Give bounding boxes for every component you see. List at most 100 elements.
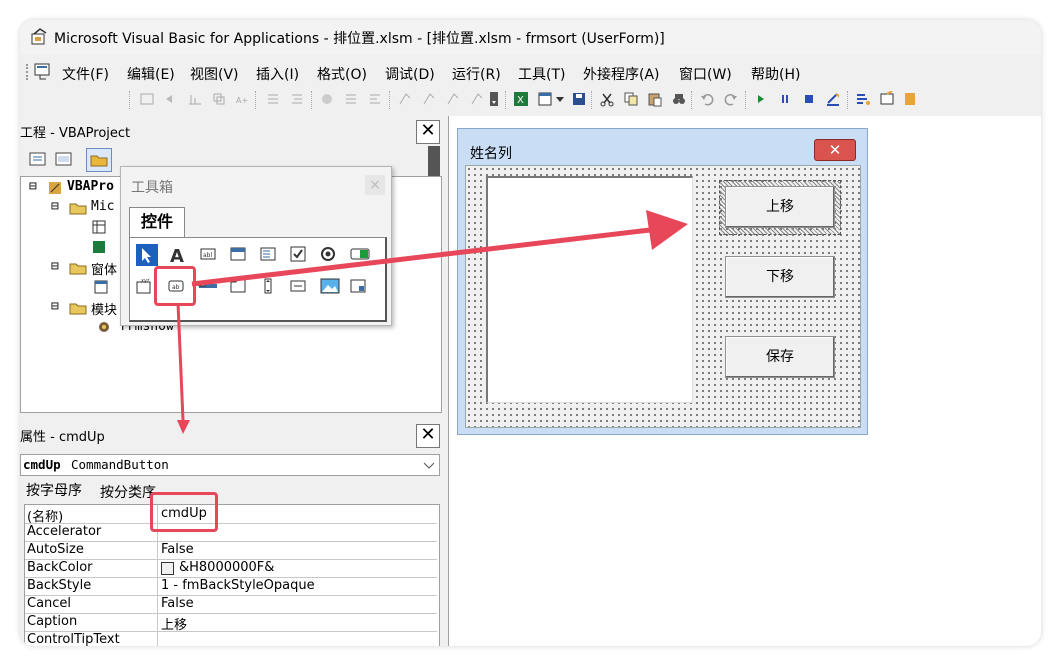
property-row[interactable]: BackStyle 1 - fmBackStyleOpaque: [25, 577, 437, 596]
object-selector-dropdown[interactable]: cmdUp CommandButton: [20, 454, 440, 476]
property-row[interactable]: Accelerator: [25, 523, 437, 542]
property-value[interactable]: False: [161, 596, 194, 611]
toggle-folders-icon[interactable]: [86, 148, 112, 172]
view-code-icon[interactable]: [28, 150, 48, 168]
menu-view[interactable]: 视图(V): [190, 64, 239, 84]
refedit-tool-icon[interactable]: [350, 278, 366, 294]
menu-insert[interactable]: 插入(I): [256, 64, 299, 84]
menu-edit[interactable]: 编辑(E): [127, 64, 175, 84]
toggle-breakpoint-icon[interactable]: [319, 91, 335, 107]
tree-microsoft-excel-objects[interactable]: Mic: [91, 199, 114, 214]
save-icon[interactable]: [571, 91, 587, 107]
cut-icon[interactable]: [599, 91, 615, 107]
name-listbox[interactable]: [486, 176, 693, 403]
menu-run[interactable]: 运行(R): [452, 64, 501, 84]
frame-tool-icon[interactable]: xyz: [136, 278, 152, 294]
label-tool-icon[interactable]: A: [168, 246, 186, 264]
insert-userform-icon[interactable]: [537, 91, 553, 107]
run-icon[interactable]: [753, 91, 769, 107]
scrollbar-tool-icon[interactable]: [260, 278, 276, 294]
redo-icon[interactable]: [723, 91, 739, 107]
property-value[interactable]: False: [161, 542, 194, 557]
property-value[interactable]: &H8000000F&: [179, 560, 274, 575]
bookmark-icon[interactable]: [343, 91, 359, 107]
userform-body[interactable]: 上移 下移 保存: [465, 165, 861, 428]
userform-icon[interactable]: [93, 279, 109, 295]
reset-icon[interactable]: [801, 91, 817, 107]
tree-root-label[interactable]: VBAPro: [67, 179, 114, 194]
save-button[interactable]: 保存: [725, 336, 835, 378]
property-row[interactable]: (名称) cmdUp: [25, 505, 437, 525]
excel-view-icon[interactable]: [34, 62, 52, 80]
property-value[interactable]: 1 - fmBackStyleOpaque: [161, 578, 315, 593]
userform-close-icon[interactable]: ✕: [814, 139, 856, 161]
design-mode-icon[interactable]: [825, 91, 841, 107]
up-button[interactable]: 上移: [725, 186, 835, 228]
menu-tools[interactable]: 工具(T): [518, 64, 565, 84]
break-icon[interactable]: [777, 91, 793, 107]
toolbox-tab-controls[interactable]: 控件: [129, 207, 185, 238]
userform-window[interactable]: 姓名列 ✕ 上移 下移 保存: [457, 128, 868, 435]
tree-collapse-icon[interactable]: ⊟: [51, 199, 59, 214]
down-button[interactable]: 下移: [725, 256, 835, 298]
project-panel-close-button[interactable]: ✕: [416, 120, 440, 144]
paste-icon[interactable]: [647, 91, 663, 107]
tab-categorized[interactable]: 按分类序: [100, 482, 156, 502]
undo-icon[interactable]: [699, 91, 715, 107]
property-row[interactable]: Caption 上移: [25, 613, 437, 633]
sheet-icon[interactable]: [91, 219, 107, 235]
select-objects-icon[interactable]: [136, 244, 158, 266]
listbox-tool-icon[interactable]: [260, 246, 276, 262]
outdent-icon[interactable]: [163, 91, 179, 107]
menu-addins[interactable]: 外接程序(A): [583, 64, 660, 84]
workbook-icon[interactable]: [91, 239, 107, 255]
combobox-tool-icon[interactable]: [230, 246, 246, 262]
toolbox-close-button[interactable]: ×: [365, 175, 385, 195]
property-row[interactable]: BackColor &H8000000F&: [25, 559, 437, 578]
tree-collapse-icon[interactable]: ⊟: [29, 179, 37, 194]
dropdown-arrow-icon[interactable]: [555, 91, 565, 107]
properties-panel-close-button[interactable]: ✕: [416, 424, 440, 448]
menu-file[interactable]: 文件(F): [62, 64, 109, 84]
menu-format[interactable]: 格式(O): [317, 64, 367, 84]
toolbar-overflow-icon[interactable]: [489, 91, 499, 107]
textbox-tool-icon[interactable]: abl: [200, 246, 216, 262]
tab-alphabetic[interactable]: 按字母序: [26, 480, 82, 500]
tabstrip-tool-icon[interactable]: [198, 278, 218, 294]
object-browser-icon[interactable]: [903, 91, 919, 107]
flag-icon-4[interactable]: [469, 91, 485, 107]
find-icon[interactable]: [671, 91, 687, 107]
project-explorer-icon[interactable]: [855, 91, 871, 107]
toggle-button-tool-icon[interactable]: [350, 246, 370, 262]
project-panel-scroll-arrow[interactable]: [428, 146, 440, 176]
spinbutton-tool-icon[interactable]: [290, 278, 306, 294]
uncomment-block-icon[interactable]: [289, 91, 305, 107]
size-to-fit-icon[interactable]: A+: [235, 91, 251, 107]
next-bookmark-icon[interactable]: [367, 91, 383, 107]
option-button-tool-icon[interactable]: [320, 246, 336, 262]
comment-block-icon[interactable]: [265, 91, 281, 107]
tree-collapse-icon[interactable]: ⊟: [51, 299, 59, 314]
properties-window-icon[interactable]: [879, 91, 895, 107]
tree-modules-folder[interactable]: 模块: [91, 299, 117, 318]
flag-icon-1[interactable]: [397, 91, 413, 107]
property-row[interactable]: ControlTipText: [25, 631, 437, 646]
checkbox-tool-icon[interactable]: [290, 246, 306, 262]
flag-icon-3[interactable]: [445, 91, 461, 107]
menu-window[interactable]: 窗口(W): [679, 64, 732, 84]
tree-forms-folder[interactable]: 窗体: [91, 259, 117, 278]
multipage-tool-icon[interactable]: [230, 278, 246, 294]
indent-icon[interactable]: [139, 91, 155, 107]
align-icon[interactable]: [187, 91, 203, 107]
property-row[interactable]: AutoSize False: [25, 541, 437, 560]
excel-icon[interactable]: X: [513, 91, 529, 107]
copy-icon[interactable]: [623, 91, 639, 107]
view-object-icon[interactable]: [54, 150, 74, 168]
tree-collapse-icon[interactable]: ⊟: [51, 259, 59, 274]
menu-debug[interactable]: 调试(D): [385, 64, 435, 84]
property-row[interactable]: Cancel False: [25, 595, 437, 614]
menu-help[interactable]: 帮助(H): [751, 64, 800, 84]
image-tool-icon[interactable]: [320, 278, 340, 294]
same-size-icon[interactable]: [211, 91, 227, 107]
flag-icon-2[interactable]: [421, 91, 437, 107]
